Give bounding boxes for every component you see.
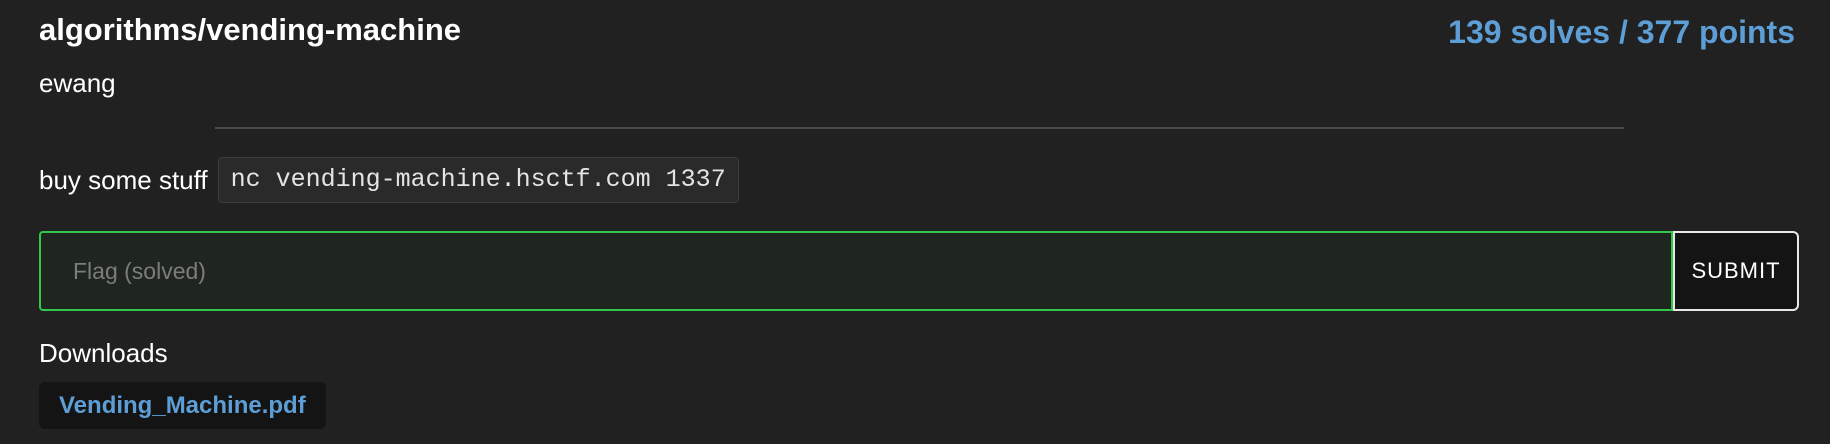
solves-points-stat: 139 solves / 377 points	[1448, 14, 1795, 50]
connection-command: nc vending-machine.hsctf.com 1337	[217, 157, 739, 203]
challenge-description: buy some stuff nc vending-machine.hsctf.…	[39, 157, 739, 203]
challenge-card: algorithms/vending-machine 139 solves / …	[0, 0, 1830, 444]
challenge-title: algorithms/vending-machine	[39, 12, 462, 47]
download-link-vending-machine-pdf[interactable]: Vending_Machine.pdf	[39, 382, 326, 429]
submit-button[interactable]: SUBMIT	[1673, 231, 1799, 311]
downloads-heading: Downloads	[39, 338, 168, 368]
flag-input[interactable]	[39, 231, 1673, 311]
flag-form: SUBMIT	[39, 231, 1799, 311]
description-text: buy some stuff	[39, 164, 208, 195]
challenge-author: ewang	[39, 68, 116, 98]
divider	[215, 127, 1624, 129]
